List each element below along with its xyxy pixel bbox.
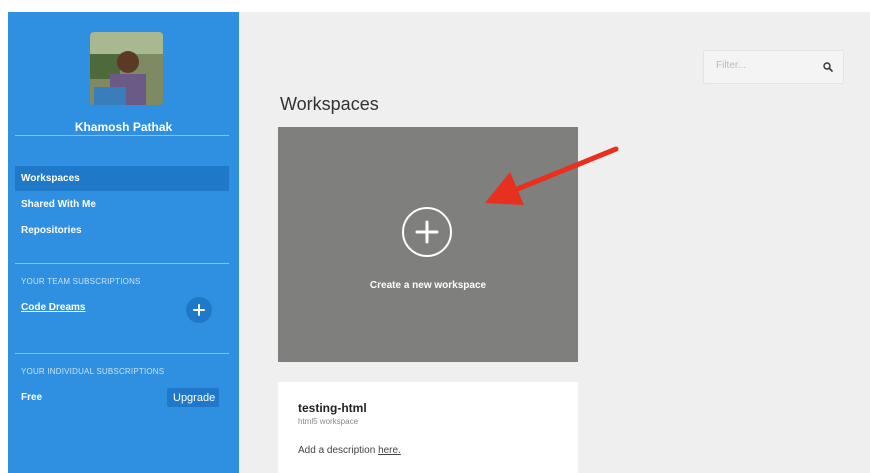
sidebar-item-shared-with-me[interactable]: Shared With Me [15,192,229,217]
avatar-image [90,32,163,105]
create-workspace-tile[interactable]: Create a new workspace [278,127,578,362]
team-link-code-dreams[interactable]: Code Dreams [21,302,85,313]
sidebar-item-repositories[interactable]: Repositories [15,218,229,243]
username: Khamosh Pathak [74,120,173,134]
workspace-name[interactable]: testing-html [298,401,367,415]
divider [15,353,229,354]
plus-glyph [415,220,439,244]
create-workspace-label: Create a new workspace [369,280,487,291]
filter-input[interactable] [714,59,818,72]
plus-icon [193,304,205,316]
individual-subscriptions-title: YOUR INDIVIDUAL SUBSCRIPTIONS [21,367,165,376]
workspace-card[interactable]: testing-html html5 workspace Add a descr… [278,382,578,473]
search-icon[interactable] [823,62,833,72]
add-description-link[interactable]: here. [378,445,401,456]
workspace-type: html5 workspace [298,417,359,426]
main-content: Workspaces Create a new workspace testin… [239,12,870,473]
avatar[interactable] [90,32,163,105]
description-prefix: Add a description [298,445,376,456]
upgrade-button[interactable]: Upgrade [167,388,219,407]
sidebar: Khamosh Pathak Workspaces Shared With Me… [8,12,239,473]
add-team-button[interactable] [186,297,212,323]
plan-label: Free [21,392,43,403]
team-subscriptions-title: YOUR TEAM SUBSCRIPTIONS [21,277,141,286]
sidebar-item-workspaces[interactable]: Workspaces [15,166,229,191]
plus-icon [402,207,452,257]
workspace-description: Add a description here. [298,445,401,456]
filter-box[interactable] [703,50,844,84]
divider [15,135,229,136]
page-title: Workspaces [280,94,379,114]
divider [15,263,229,264]
